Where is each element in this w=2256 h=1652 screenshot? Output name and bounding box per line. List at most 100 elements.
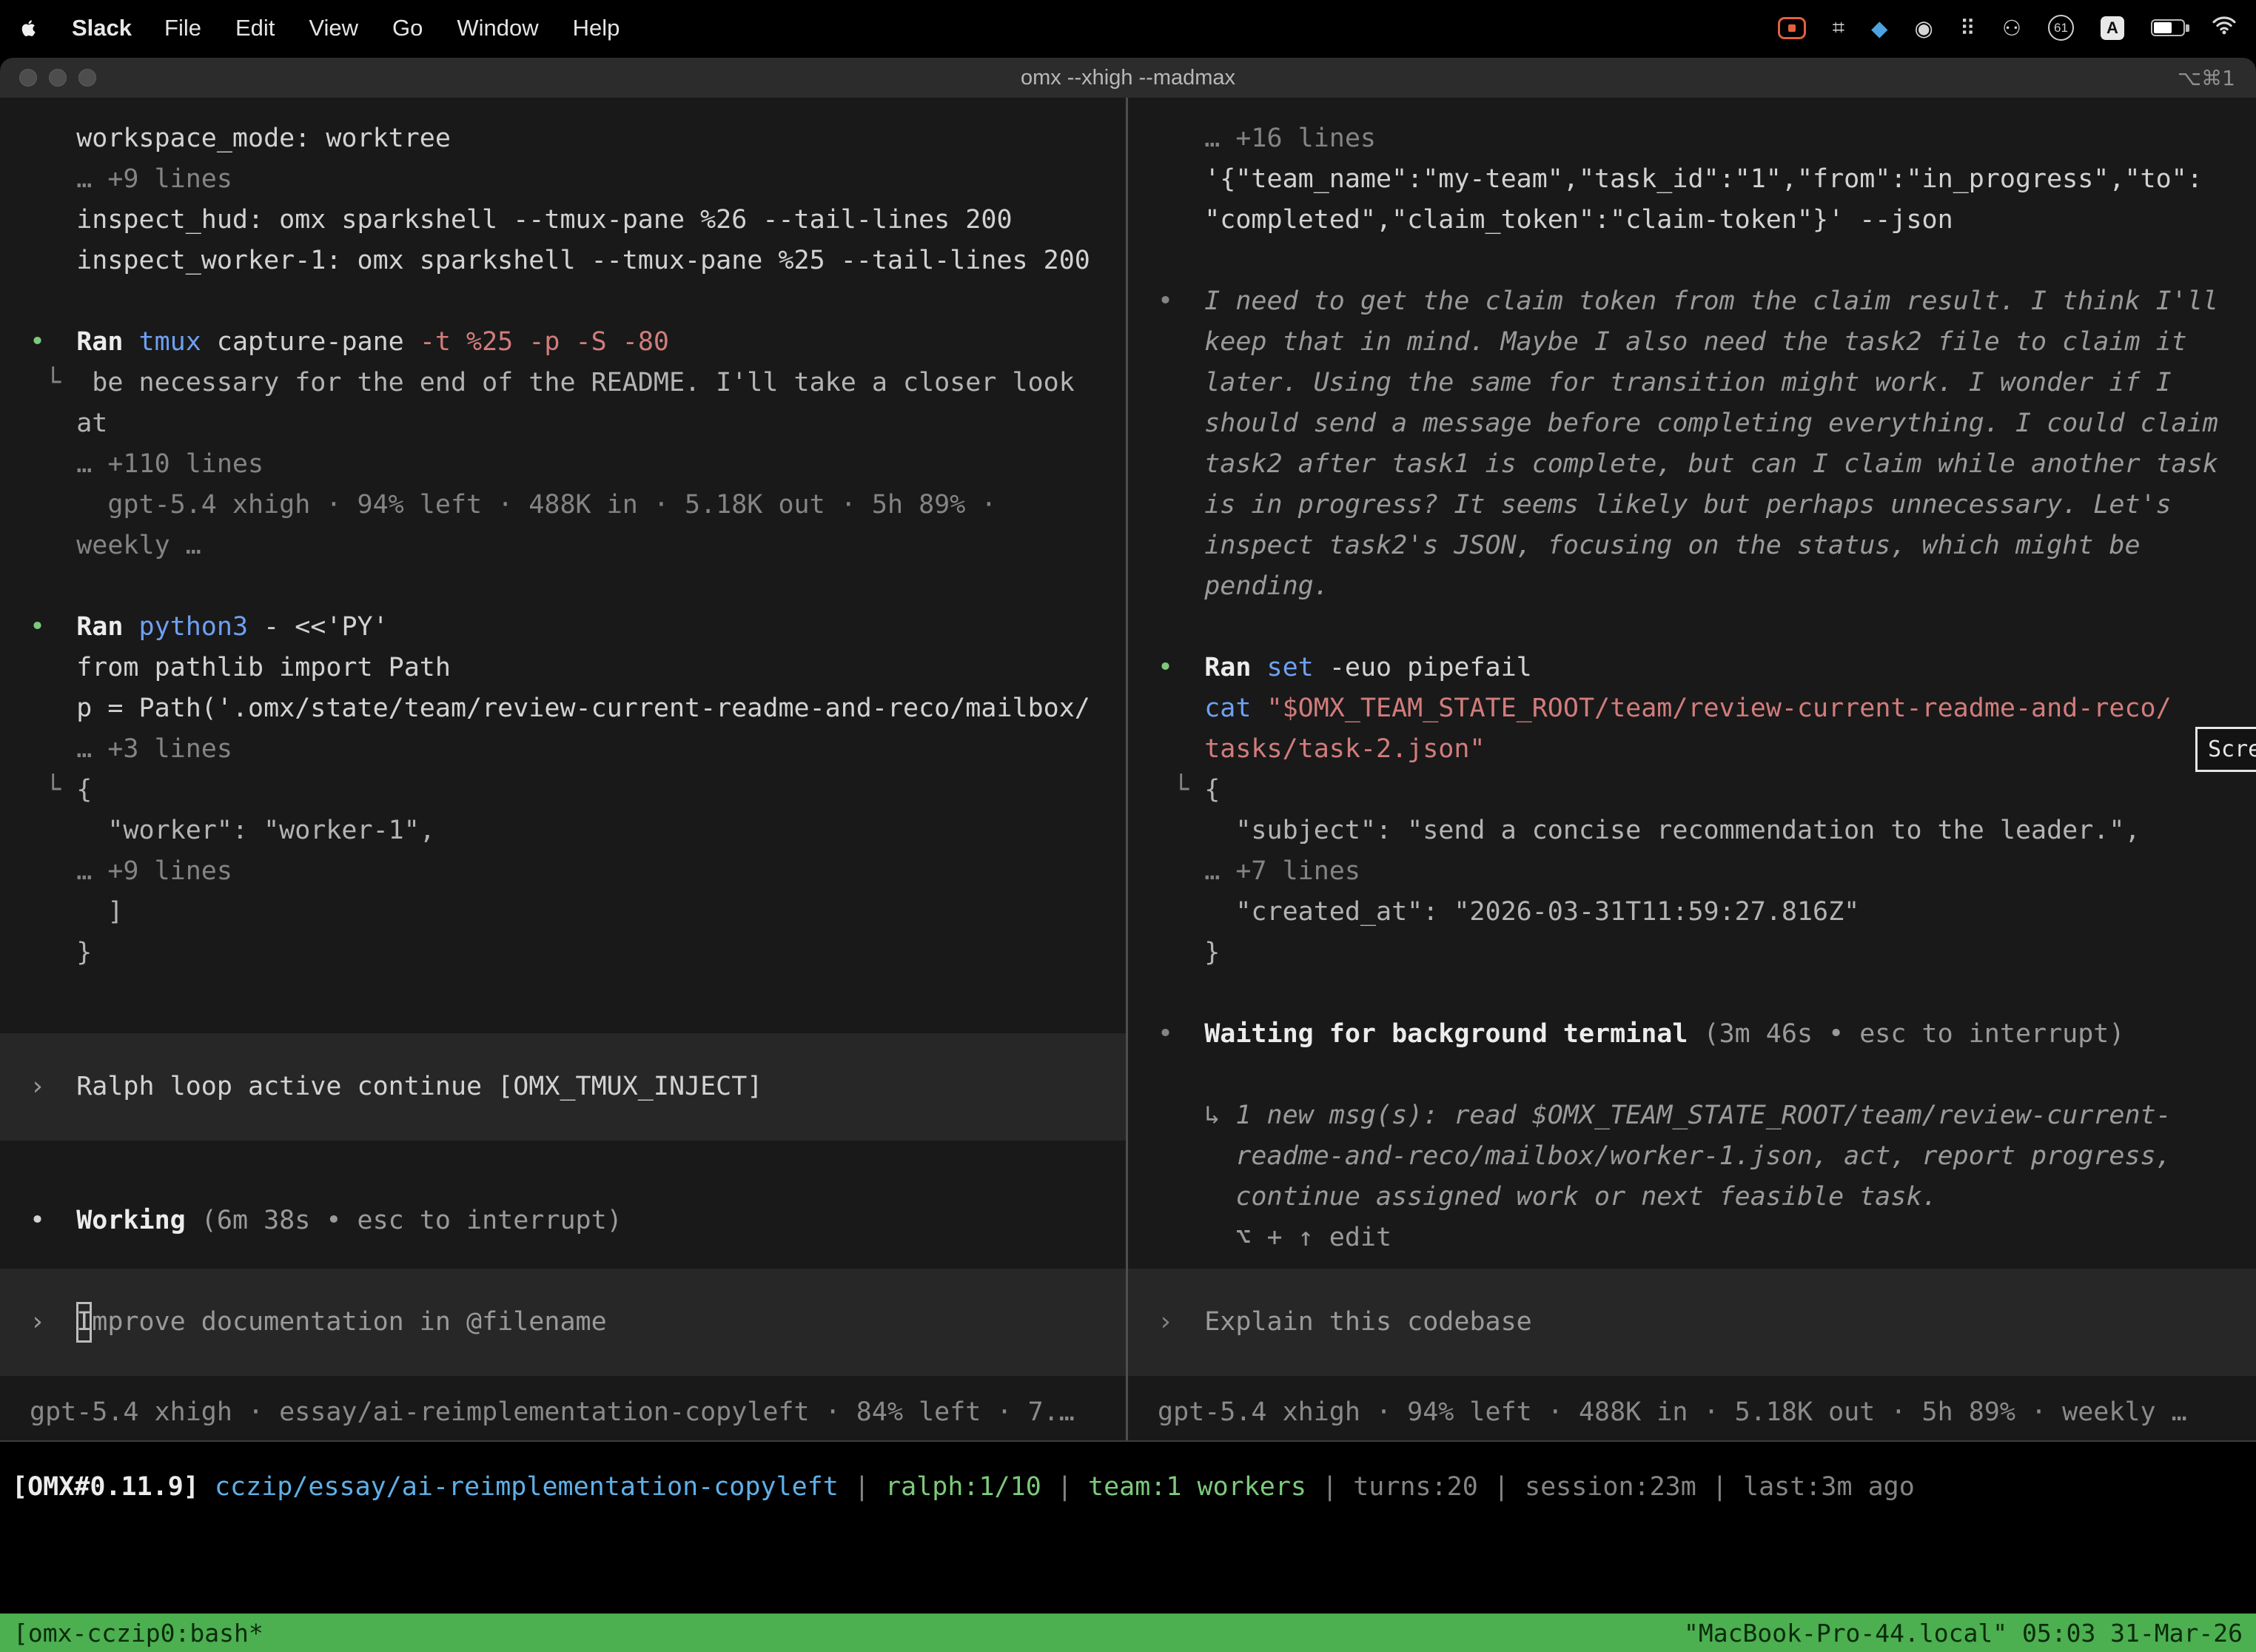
menu-help[interactable]: Help — [573, 15, 620, 41]
text-segment: weekly … — [30, 531, 201, 560]
menu-file[interactable]: File — [164, 15, 201, 41]
battery-icon[interactable] — [2151, 19, 2185, 36]
text-segment: at — [30, 409, 107, 438]
inline-prompt-band[interactable]: › Ralph loop active continue [OMX_TMUX_I… — [0, 1033, 1126, 1141]
text-segment: › — [30, 1307, 76, 1337]
screen: Slack FileEditViewGoWindowHelp ⌗◆◉⠿⚇ 61 … — [0, 0, 2256, 1652]
terminal-line: pending. — [1128, 566, 2256, 607]
prompt-input-right[interactable]: › Explain this codebase — [1128, 1269, 2256, 1376]
terminal-line: "completed","claim_token":"claim-token"}… — [1128, 200, 2256, 241]
text-segment: readme-and-reco/mailbox/worker-1.json, a… — [1158, 1141, 2172, 1171]
terminal-line: workspace_mode: worktree — [0, 118, 1126, 159]
terminal-line: … +110 lines — [0, 444, 1126, 485]
text-segment: I need to get the claim token from the c… — [1204, 286, 2218, 316]
recording-dot-icon — [1788, 24, 1796, 32]
text-segment: "worker": "worker-1", — [30, 816, 435, 845]
menubar-extra-app-icon[interactable]: ⚇ — [2002, 16, 2021, 41]
pane-right[interactable]: … +16 lines '{"team_name":"my-team","tas… — [1128, 98, 2256, 1440]
text-segment: • — [30, 612, 76, 642]
menu-go[interactable]: Go — [392, 15, 423, 41]
tmux-status-bar: [omx-cczip0:bash* "MacBook-Pro-44.local"… — [0, 1614, 2256, 1652]
text-segment: Ran — [1204, 653, 1266, 682]
terminal-line — [1128, 1055, 2256, 1095]
terminal-line: … +9 lines — [0, 159, 1126, 200]
text-segment: • — [1158, 1019, 1204, 1049]
keyboard-layout-icon[interactable]: A — [2101, 16, 2124, 40]
text-segment: … +9 lines — [30, 856, 232, 886]
terminal-panes: workspace_mode: worktree … +9 lines insp… — [0, 98, 2256, 1442]
terminal-line — [0, 1160, 1126, 1201]
pane-left-bottom: › Improve documentation in @filename gpt… — [0, 1269, 1126, 1433]
text-segment: inspect task2's JSON, focusing on the st… — [1158, 531, 2141, 560]
terminal-line: task2 after task1 is complete, but can I… — [1128, 444, 2256, 485]
terminal-line — [1128, 241, 2256, 281]
menu-window[interactable]: Window — [457, 15, 538, 41]
text-segment: Explain this codebase — [1204, 1307, 1532, 1337]
terminal-line: "worker": "worker-1", — [0, 810, 1126, 851]
terminal-line: • I need to get the claim token from the… — [1128, 281, 2256, 322]
terminal-line: ⌥ + ↑ edit — [1128, 1218, 2256, 1258]
window-shortcut: ⌥⌘1 — [2178, 66, 2235, 90]
terminal-line: … +16 lines — [1128, 118, 2256, 159]
menubar: Slack FileEditViewGoWindowHelp ⌗◆◉⠿⚇ 61 … — [0, 0, 2256, 56]
text-segment: inspect_worker-1: omx sparkshell --tmux-… — [30, 246, 1090, 275]
text-segment: gpt-5.4 xhigh · 94% left · 488K in · 5.1… — [30, 490, 996, 520]
text-segment: • — [1158, 286, 1204, 316]
terminal-line: • Ran set -euo pipefail — [1128, 648, 2256, 688]
text-segment: team:1 workers — [1088, 1472, 1322, 1502]
tiles-grid-icon[interactable]: ⌗ — [1833, 15, 1844, 41]
text-cursor: I — [76, 1302, 92, 1343]
text-segment: "subject": "send a concise recommendatio… — [1158, 816, 2141, 845]
text-segment: "completed","claim_token":"claim-token"}… — [1158, 205, 1953, 235]
text-segment: | turns:20 | session:23m | last:3m ago — [1322, 1472, 1915, 1502]
apple-menu-icon[interactable] — [19, 17, 39, 39]
text-segment: { — [76, 775, 92, 805]
text-segment: Ran — [76, 612, 138, 642]
text-segment: └ — [30, 368, 76, 397]
titlebar[interactable]: omx --xhigh --madmax ⌥⌘1 — [0, 58, 2256, 98]
text-segment: … +3 lines — [30, 734, 232, 764]
text-segment: workspace_mode: worktree — [30, 124, 451, 153]
terminal-line: … +9 lines — [0, 851, 1126, 892]
pane-left[interactable]: workspace_mode: worktree … +9 lines insp… — [0, 98, 1128, 1440]
text-segment: should send a message before completing … — [1158, 409, 2218, 438]
dots-grid-icon[interactable]: ⠿ — [1960, 16, 1975, 41]
screenshot-tooltip[interactable]: Scre — [2195, 727, 2256, 772]
text-segment: pending. — [1158, 571, 1329, 601]
text-segment: … +16 lines — [1158, 124, 1376, 153]
text-segment: task2 after task1 is complete, but can I… — [1158, 449, 2218, 479]
menu-view[interactable]: View — [309, 15, 358, 41]
text-segment: • — [1158, 653, 1204, 682]
text-segment: from pathlib import Path — [30, 653, 451, 682]
window-title: omx --xhigh --madmax — [0, 66, 2256, 90]
screen-recording-indicator-icon[interactable] — [1778, 17, 1806, 39]
terminal-line: tasks/task-2.json" — [1128, 729, 2256, 770]
menubar-extra-blue-icon[interactable]: ◆ — [1871, 16, 1887, 41]
text-segment: -euo pipefail — [1329, 653, 1532, 682]
tmux-session-label: [omx-cczip0:bash* — [13, 1619, 263, 1648]
omx-status-bar: [OMX#0.11.9] cczip/essay/ai-reimplementa… — [12, 1467, 2256, 1508]
pane-right-bottom: › Explain this codebase gpt-5.4 xhigh · … — [1128, 1269, 2256, 1433]
text-segment: capture-pane — [217, 327, 420, 357]
text-segment: Ralph loop active continue [OMX_TMUX_INJ… — [76, 1072, 762, 1101]
menu-edit[interactable]: Edit — [235, 15, 275, 41]
text-segment: - <<'PY' — [263, 612, 389, 642]
prompt-input-left[interactable]: › Improve documentation in @filename — [0, 1269, 1126, 1376]
text-segment: "$OMX_TEAM_STATE_ROOT/team/review-curren… — [1267, 694, 2172, 723]
terminal-line: at — [0, 403, 1126, 444]
terminal-line: '{"team_name":"my-team","task_id":"1","f… — [1128, 159, 2256, 200]
terminal-line: continue assigned work or next feasible … — [1128, 1177, 2256, 1218]
status-line-left: gpt-5.4 xhigh · essay/ai-reimplementatio… — [0, 1392, 1126, 1433]
text-segment: ↳ — [1158, 1101, 1235, 1130]
terminal-line: p = Path('.omx/state/team/review-current… — [0, 688, 1126, 729]
terminal-line: cat "$OMX_TEAM_STATE_ROOT/team/review-cu… — [1128, 688, 2256, 729]
text-segment: (6m 38s • esc to interrupt) — [201, 1206, 622, 1235]
text-segment: tasks/task-2.json" — [1158, 734, 1485, 764]
terminal-line: from pathlib import Path — [0, 648, 1126, 688]
terminal-line: later. Using the same for transition mig… — [1128, 363, 2256, 403]
wifi-icon[interactable] — [2212, 15, 2237, 41]
menubar-extra-circle-icon[interactable]: ◉ — [1914, 16, 1933, 41]
text-segment: └ — [30, 775, 76, 805]
battery-percent-badge[interactable]: 61 — [2048, 15, 2074, 41]
app-menu-slack[interactable]: Slack — [72, 15, 132, 41]
